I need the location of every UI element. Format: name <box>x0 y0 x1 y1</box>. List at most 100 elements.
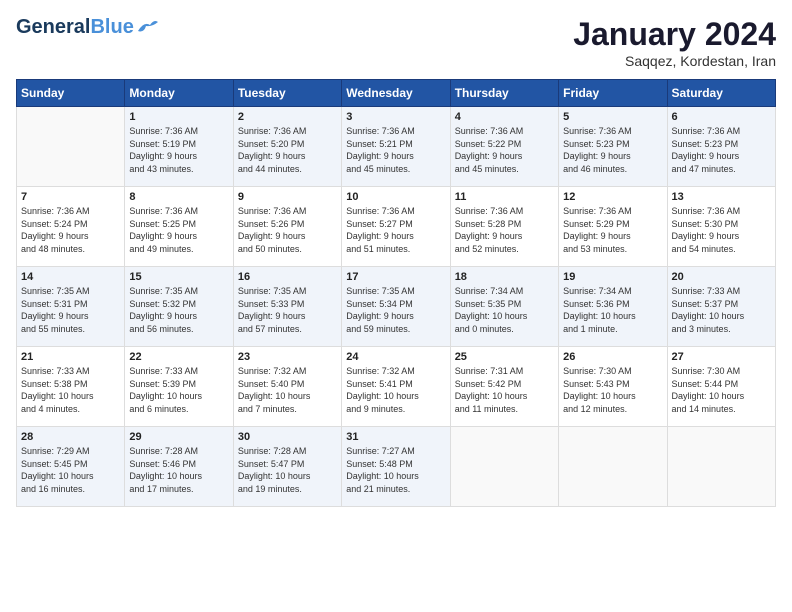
day-number: 3 <box>346 111 445 123</box>
day-info: Sunrise: 7:32 AM Sunset: 5:41 PM Dayligh… <box>346 365 445 415</box>
day-info: Sunrise: 7:36 AM Sunset: 5:28 PM Dayligh… <box>455 205 554 255</box>
day-number: 28 <box>21 431 120 443</box>
day-number: 7 <box>21 191 120 203</box>
day-info: Sunrise: 7:34 AM Sunset: 5:36 PM Dayligh… <box>563 285 662 335</box>
day-number: 31 <box>346 431 445 443</box>
day-number: 21 <box>21 351 120 363</box>
day-info: Sunrise: 7:35 AM Sunset: 5:33 PM Dayligh… <box>238 285 337 335</box>
day-info: Sunrise: 7:36 AM Sunset: 5:29 PM Dayligh… <box>563 205 662 255</box>
day-number: 17 <box>346 271 445 283</box>
weekday-header-monday: Monday <box>125 80 233 107</box>
day-info: Sunrise: 7:33 AM Sunset: 5:37 PM Dayligh… <box>672 285 771 335</box>
calendar-week-row: 14 Sunrise: 7:35 AM Sunset: 5:31 PM Dayli… <box>17 267 776 347</box>
calendar-cell: 20 Sunrise: 7:33 AM Sunset: 5:37 PM Dayli… <box>667 267 775 347</box>
day-info: Sunrise: 7:36 AM Sunset: 5:19 PM Dayligh… <box>129 125 228 175</box>
day-number: 10 <box>346 191 445 203</box>
calendar-cell: 4Sunrise: 7:36 AM Sunset: 5:22 PM Daylig… <box>450 107 558 187</box>
day-info: Sunrise: 7:30 AM Sunset: 5:43 PM Dayligh… <box>563 365 662 415</box>
day-number: 16 <box>238 271 337 283</box>
day-info: Sunrise: 7:35 AM Sunset: 5:34 PM Dayligh… <box>346 285 445 335</box>
calendar-week-row: 7 Sunrise: 7:36 AM Sunset: 5:24 PM Daylig… <box>17 187 776 267</box>
day-info: Sunrise: 7:36 AM Sunset: 5:23 PM Dayligh… <box>672 125 771 175</box>
day-number: 5 <box>563 111 662 123</box>
calendar-cell: 18Sunrise: 7:34 AM Sunset: 5:35 PM Dayli… <box>450 267 558 347</box>
calendar-cell: 25Sunrise: 7:31 AM Sunset: 5:42 PM Dayli… <box>450 347 558 427</box>
day-number: 11 <box>455 191 554 203</box>
day-info: Sunrise: 7:28 AM Sunset: 5:46 PM Dayligh… <box>129 445 228 495</box>
day-number: 12 <box>563 191 662 203</box>
day-info: Sunrise: 7:36 AM Sunset: 5:27 PM Dayligh… <box>346 205 445 255</box>
day-number: 20 <box>672 271 771 283</box>
calendar-cell <box>450 427 558 507</box>
calendar-cell: 10 Sunrise: 7:36 AM Sunset: 5:27 PM Dayli… <box>342 187 450 267</box>
day-number: 14 <box>21 271 120 283</box>
calendar-cell: 24Sunrise: 7:32 AM Sunset: 5:41 PM Dayli… <box>342 347 450 427</box>
day-number: 18 <box>455 271 554 283</box>
day-info: Sunrise: 7:36 AM Sunset: 5:23 PM Dayligh… <box>563 125 662 175</box>
calendar-week-row: 28 Sunrise: 7:29 AM Sunset: 5:45 PM Dayli… <box>17 427 776 507</box>
weekday-header-sunday: Sunday <box>17 80 125 107</box>
title-block: January 2024 Saqqez, Kordestan, Iran <box>573 16 776 69</box>
day-info: Sunrise: 7:28 AM Sunset: 5:47 PM Dayligh… <box>238 445 337 495</box>
day-number: 30 <box>238 431 337 443</box>
day-number: 9 <box>238 191 337 203</box>
day-info: Sunrise: 7:29 AM Sunset: 5:45 PM Dayligh… <box>21 445 120 495</box>
weekday-header-tuesday: Tuesday <box>233 80 341 107</box>
logo-bird-icon <box>136 19 158 35</box>
day-number: 23 <box>238 351 337 363</box>
day-number: 15 <box>129 271 228 283</box>
calendar-cell: 3 Sunrise: 7:36 AM Sunset: 5:21 PM Daylig… <box>342 107 450 187</box>
day-number: 26 <box>563 351 662 363</box>
month-title: January 2024 <box>573 16 776 53</box>
day-info: Sunrise: 7:27 AM Sunset: 5:48 PM Dayligh… <box>346 445 445 495</box>
calendar-cell: 5 Sunrise: 7:36 AM Sunset: 5:23 PM Daylig… <box>559 107 667 187</box>
day-info: Sunrise: 7:36 AM Sunset: 5:30 PM Dayligh… <box>672 205 771 255</box>
calendar-week-row: 1 Sunrise: 7:36 AM Sunset: 5:19 PM Daylig… <box>17 107 776 187</box>
calendar-cell: 23 Sunrise: 7:32 AM Sunset: 5:40 PM Dayli… <box>233 347 341 427</box>
calendar-cell: 22Sunrise: 7:33 AM Sunset: 5:39 PM Dayli… <box>125 347 233 427</box>
calendar-cell: 2Sunrise: 7:36 AM Sunset: 5:20 PM Daylig… <box>233 107 341 187</box>
calendar-cell: 11 Sunrise: 7:36 AM Sunset: 5:28 PM Dayli… <box>450 187 558 267</box>
weekday-header-row: SundayMondayTuesdayWednesdayThursdayFrid… <box>17 80 776 107</box>
calendar-cell: 7 Sunrise: 7:36 AM Sunset: 5:24 PM Daylig… <box>17 187 125 267</box>
day-number: 19 <box>563 271 662 283</box>
day-info: Sunrise: 7:36 AM Sunset: 5:20 PM Dayligh… <box>238 125 337 175</box>
day-number: 22 <box>129 351 228 363</box>
page-header: GeneralBlue January 2024 Saqqez, Kordest… <box>16 16 776 69</box>
day-info: Sunrise: 7:30 AM Sunset: 5:44 PM Dayligh… <box>672 365 771 415</box>
day-info: Sunrise: 7:32 AM Sunset: 5:40 PM Dayligh… <box>238 365 337 415</box>
calendar-cell: 8Sunrise: 7:36 AM Sunset: 5:25 PM Daylig… <box>125 187 233 267</box>
weekday-header-thursday: Thursday <box>450 80 558 107</box>
calendar-cell: 19 Sunrise: 7:34 AM Sunset: 5:36 PM Dayli… <box>559 267 667 347</box>
calendar-cell: 14 Sunrise: 7:35 AM Sunset: 5:31 PM Dayli… <box>17 267 125 347</box>
day-number: 25 <box>455 351 554 363</box>
calendar-week-row: 21 Sunrise: 7:33 AM Sunset: 5:38 PM Dayli… <box>17 347 776 427</box>
calendar-cell: 13 Sunrise: 7:36 AM Sunset: 5:30 PM Dayli… <box>667 187 775 267</box>
calendar-cell: 17 Sunrise: 7:35 AM Sunset: 5:34 PM Dayli… <box>342 267 450 347</box>
day-info: Sunrise: 7:33 AM Sunset: 5:38 PM Dayligh… <box>21 365 120 415</box>
calendar-cell <box>559 427 667 507</box>
day-number: 13 <box>672 191 771 203</box>
calendar-cell <box>667 427 775 507</box>
day-info: Sunrise: 7:36 AM Sunset: 5:24 PM Dayligh… <box>21 205 120 255</box>
logo: GeneralBlue <box>16 16 158 38</box>
calendar-cell: 1 Sunrise: 7:36 AM Sunset: 5:19 PM Daylig… <box>125 107 233 187</box>
day-info: Sunrise: 7:36 AM Sunset: 5:22 PM Dayligh… <box>455 125 554 175</box>
day-info: Sunrise: 7:36 AM Sunset: 5:21 PM Dayligh… <box>346 125 445 175</box>
day-info: Sunrise: 7:35 AM Sunset: 5:31 PM Dayligh… <box>21 285 120 335</box>
calendar-cell: 9 Sunrise: 7:36 AM Sunset: 5:26 PM Daylig… <box>233 187 341 267</box>
calendar-cell: 26 Sunrise: 7:30 AM Sunset: 5:43 PM Dayli… <box>559 347 667 427</box>
calendar-cell: 30 Sunrise: 7:28 AM Sunset: 5:47 PM Dayli… <box>233 427 341 507</box>
calendar-cell: 21 Sunrise: 7:33 AM Sunset: 5:38 PM Dayli… <box>17 347 125 427</box>
day-info: Sunrise: 7:36 AM Sunset: 5:26 PM Dayligh… <box>238 205 337 255</box>
calendar-cell: 6Sunrise: 7:36 AM Sunset: 5:23 PM Daylig… <box>667 107 775 187</box>
calendar-cell: 16 Sunrise: 7:35 AM Sunset: 5:33 PM Dayli… <box>233 267 341 347</box>
day-number: 1 <box>129 111 228 123</box>
location: Saqqez, Kordestan, Iran <box>573 53 776 69</box>
calendar-cell: 31 Sunrise: 7:27 AM Sunset: 5:48 PM Dayli… <box>342 427 450 507</box>
calendar-cell: 15Sunrise: 7:35 AM Sunset: 5:32 PM Dayli… <box>125 267 233 347</box>
calendar-cell <box>17 107 125 187</box>
day-number: 27 <box>672 351 771 363</box>
calendar-cell: 12 Sunrise: 7:36 AM Sunset: 5:29 PM Dayli… <box>559 187 667 267</box>
calendar-cell: 28 Sunrise: 7:29 AM Sunset: 5:45 PM Dayli… <box>17 427 125 507</box>
